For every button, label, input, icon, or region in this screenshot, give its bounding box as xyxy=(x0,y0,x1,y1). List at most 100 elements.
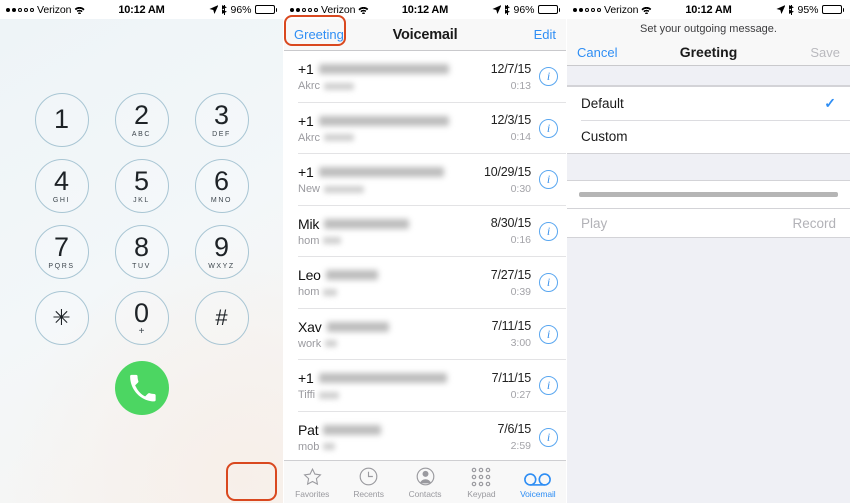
playback-controls: Play Record xyxy=(567,208,850,238)
info-circle-icon[interactable]: i xyxy=(539,118,558,138)
dialed-number-display[interactable] xyxy=(0,19,283,91)
play-button[interactable]: Play xyxy=(581,216,607,231)
call-button[interactable] xyxy=(114,361,169,415)
greeting-screen-body: Set your outgoing message. Cancel Greeti… xyxy=(567,19,850,503)
key-letters: PQRS xyxy=(48,263,75,270)
table-row[interactable]: Mik hom 8/30/15 0:16 i xyxy=(284,206,566,258)
playback-scrubber[interactable] xyxy=(567,181,850,208)
key-4[interactable]: 4 GHI xyxy=(34,159,89,213)
redacted-label xyxy=(324,134,354,142)
info-circle-icon[interactable]: i xyxy=(539,376,558,396)
caller-name: +1 xyxy=(298,370,492,386)
key-digit: ✳ xyxy=(52,305,71,330)
key-asterisk[interactable]: ✳ xyxy=(34,291,89,345)
info-circle-icon[interactable]: i xyxy=(539,67,558,87)
option-label: Default xyxy=(581,96,624,111)
voicemail-duration: 0:39 xyxy=(510,285,531,298)
voicemail-duration: 0:30 xyxy=(510,182,531,195)
caller-name: Pat xyxy=(298,422,497,438)
caller-label-text: hom xyxy=(298,234,320,247)
key-9[interactable]: 9 WXYZ xyxy=(194,225,249,279)
key-0[interactable]: 0 + xyxy=(114,291,169,345)
key-letters: DEF xyxy=(212,131,231,138)
status-bar-3: Verizon 10:12 AM 95% xyxy=(567,0,850,19)
caller-name-text: Xav xyxy=(298,318,322,335)
key-digit: 9 xyxy=(213,232,230,262)
key-5[interactable]: 5 JKL xyxy=(114,159,169,213)
greeting-options-group: Default ✓ Custom xyxy=(567,86,850,153)
key-2[interactable]: 2 ABC xyxy=(114,93,169,147)
voicemail-caller: +1 Akrc xyxy=(298,61,491,92)
info-circle-icon[interactable]: i xyxy=(539,170,558,190)
key-3[interactable]: 3 DEF xyxy=(194,93,249,147)
tab-label: Contacts xyxy=(408,489,442,499)
section-spacer-top xyxy=(567,66,850,86)
key-6[interactable]: 6 MNO xyxy=(194,159,249,213)
info-circle-icon[interactable]: i xyxy=(539,221,558,241)
info-circle-icon[interactable]: i xyxy=(539,427,558,447)
voicemail-list[interactable]: +1 Akrc 12/7/15 0:13 i +1 Akrc 12/3/15 0… xyxy=(284,51,566,460)
voicemail-caller: Pat mob xyxy=(298,422,497,453)
voicemail-duration: 0:14 xyxy=(510,131,531,144)
greeting-navbar: Cancel Greeting Save xyxy=(567,39,850,66)
phone-screen-keypad: Verizon 10:12 AM 96% 1 2 ABC 3 DEF 4 GHI… xyxy=(0,0,283,503)
redacted-label xyxy=(319,391,340,399)
keypad-row-4: ✳ 0 + # xyxy=(34,291,249,345)
outgoing-message-hint: Set your outgoing message. xyxy=(567,19,850,39)
tab-keypad[interactable]: Keypad xyxy=(453,461,509,503)
key-letters: + xyxy=(138,325,145,337)
table-row[interactable]: Leo hom 7/27/15 0:39 i xyxy=(284,257,566,309)
table-row[interactable]: Xav work 7/11/15 3:00 i xyxy=(284,309,566,361)
key-7[interactable]: 7 PQRS xyxy=(34,225,89,279)
page-title: Voicemail xyxy=(392,26,458,43)
star-icon xyxy=(302,465,323,487)
option-label: Custom xyxy=(581,129,628,144)
caller-label-text: hom xyxy=(298,286,320,299)
key-1[interactable]: 1 xyxy=(34,93,89,147)
tab-label: Keypad xyxy=(467,489,496,499)
tab-voicemail[interactable]: Voicemail xyxy=(510,461,566,503)
status-bar-1: Verizon 10:12 AM 96% xyxy=(0,0,283,19)
location-arrow-icon xyxy=(209,5,218,14)
scrubber-track[interactable] xyxy=(579,192,838,197)
caller-name: +1 xyxy=(298,61,491,77)
voicemail-meta: 7/27/15 0:39 xyxy=(491,268,532,298)
voicemail-duration: 0:13 xyxy=(510,79,531,92)
redacted-number xyxy=(325,270,378,281)
table-row[interactable]: +1 Akrc 12/3/15 0:14 i xyxy=(284,103,566,155)
info-circle-icon[interactable]: i xyxy=(539,273,558,293)
redacted-number xyxy=(318,115,449,126)
key-digit: 3 xyxy=(213,100,230,130)
option-default[interactable]: Default ✓ xyxy=(567,87,850,120)
voicemail-duration: 0:27 xyxy=(510,388,531,401)
page-title: Greeting xyxy=(679,44,738,60)
table-row[interactable]: +1 Akrc 12/7/15 0:13 i xyxy=(284,51,566,103)
three-phone-screenshots: Verizon 10:12 AM 96% 1 2 ABC 3 DEF 4 GHI… xyxy=(0,0,850,503)
bluetooth-icon xyxy=(221,4,227,15)
key-digit: 2 xyxy=(133,100,150,130)
key-hash[interactable]: # xyxy=(194,291,249,345)
bluetooth-icon xyxy=(788,4,794,15)
caller-name: +1 xyxy=(298,164,484,180)
voicemail-meta: 7/11/15 3:00 xyxy=(492,319,532,350)
table-row[interactable]: +1 Tiffi 7/11/15 0:27 i xyxy=(284,360,566,412)
record-button[interactable]: Record xyxy=(792,216,836,231)
tab-recents[interactable]: Recents xyxy=(340,461,396,503)
table-row[interactable]: +1 New 10/29/15 0:30 i xyxy=(284,154,566,206)
tab-label: Voicemail xyxy=(520,489,556,499)
key-letters: ABC xyxy=(131,131,152,138)
voicemail-duration: 3:00 xyxy=(510,337,531,350)
table-row[interactable]: Pat mob 7/6/15 2:59 i xyxy=(284,412,566,461)
info-circle-icon[interactable]: i xyxy=(539,324,558,344)
key-digit: 1 xyxy=(53,103,70,134)
key-letters: WXYZ xyxy=(208,263,235,270)
key-digit: 4 xyxy=(53,166,70,196)
person-icon xyxy=(415,465,436,487)
caller-name: +1 xyxy=(298,113,491,129)
option-custom[interactable]: Custom xyxy=(567,120,850,153)
caller-label-text: New xyxy=(298,183,321,196)
tab-favorites[interactable]: Favorites xyxy=(284,461,340,503)
caller-name-text: Pat xyxy=(298,421,319,438)
key-8[interactable]: 8 TUV xyxy=(114,225,169,279)
tab-contacts[interactable]: Contacts xyxy=(397,461,453,503)
